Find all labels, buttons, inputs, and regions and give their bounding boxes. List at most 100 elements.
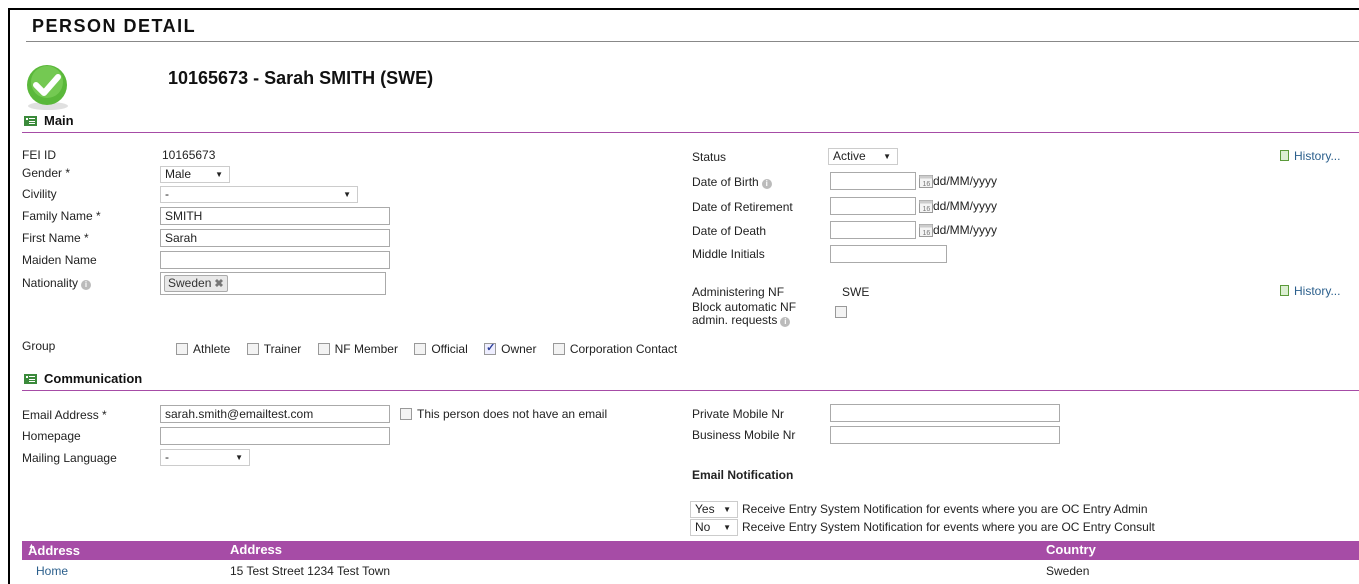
homepage-label: Homepage	[22, 429, 81, 443]
retirement-label: Date of Retirement	[692, 200, 793, 214]
history-icon	[1280, 150, 1289, 161]
svg-text:16: 16	[923, 206, 931, 213]
homepage-input[interactable]	[160, 427, 390, 445]
athlete-checkbox[interactable]	[176, 343, 188, 355]
section-communication-title: Communication	[44, 371, 143, 386]
group-trainer[interactable]: Trainer	[246, 342, 301, 356]
title-divider	[26, 41, 1359, 42]
death-input[interactable]	[830, 221, 916, 239]
chevron-down-icon: ▼	[215, 170, 223, 179]
admin-nf-value: SWE	[842, 285, 870, 299]
chevron-down-icon: ▼	[883, 152, 891, 161]
svg-text:16: 16	[923, 181, 931, 188]
block-nf-checkbox[interactable]	[835, 305, 847, 319]
chevron-down-icon: ▼	[343, 190, 351, 199]
status-select[interactable]: Active ▼	[828, 148, 898, 165]
business-mobile-label: Business Mobile Nr	[692, 428, 796, 442]
country-cell: Sweden	[1046, 564, 1090, 578]
check-status-icon	[23, 62, 73, 112]
dob-input[interactable]	[830, 172, 916, 190]
official-checkbox[interactable]	[414, 343, 427, 355]
business-mobile-input[interactable]	[830, 426, 1060, 444]
middle-initials-label: Middle Initials	[692, 247, 765, 261]
corporation-contact-checkbox[interactable]	[552, 343, 565, 355]
notification-consult-text: Receive Entry System Notification for ev…	[742, 520, 1155, 534]
group-checkboxes: Athlete Trainer NF Member Official Owner…	[176, 341, 690, 356]
section-communication-header[interactable]: Communication	[24, 371, 142, 386]
history-link-status[interactable]: History...	[1280, 149, 1340, 163]
block-nf-label: Block automatic NF admin. requests i	[692, 300, 797, 327]
table-row[interactable]: Home 15 Test Street 1234 Test Town Swede…	[22, 561, 1359, 581]
maiden-name-input[interactable]	[160, 251, 390, 269]
gender-select[interactable]: Male ▼	[160, 166, 230, 183]
death-label: Date of Death	[692, 224, 767, 238]
group-athlete[interactable]: Athlete	[176, 342, 230, 356]
notification-consult-select[interactable]: No ▼	[690, 519, 738, 536]
email-input[interactable]: sarah.smith@emailtest.com	[160, 405, 390, 423]
group-nf-member[interactable]: NF Member	[317, 342, 398, 356]
gender-label: Gender *	[22, 166, 71, 180]
address-name-link[interactable]: Home	[36, 564, 68, 578]
group-label: Group	[22, 339, 56, 353]
civility-select[interactable]: - ▼	[160, 186, 358, 203]
nf-member-checkbox[interactable]	[317, 343, 330, 355]
email-label: Email Address *	[22, 408, 107, 422]
history-link-admin-nf[interactable]: History...	[1280, 284, 1340, 298]
private-mobile-label: Private Mobile Nr	[692, 407, 785, 421]
calendar-icon[interactable]: 16	[919, 198, 933, 213]
retirement-input[interactable]	[830, 197, 916, 215]
info-icon: i	[761, 179, 772, 189]
civility-label: Civility	[22, 187, 57, 201]
fei-id-value: 10165673	[162, 148, 216, 162]
section-toggle-icon	[24, 116, 37, 126]
address-table-header: ▲ Address Name Address Country	[22, 541, 1359, 573]
group-official[interactable]: Official	[414, 342, 468, 356]
nationality-tag: Sweden ✖	[164, 275, 228, 292]
first-name-label: First Name *	[22, 231, 89, 245]
section-toggle-icon	[24, 374, 37, 384]
calendar-icon[interactable]: 16	[919, 222, 933, 237]
section-main-divider	[22, 132, 1359, 133]
email-notification-heading: Email Notification	[692, 468, 794, 482]
death-picker[interactable]: 16 dd/MM/yyyy	[919, 222, 997, 237]
info-icon: i	[780, 317, 791, 327]
remove-tag-icon[interactable]: ✖	[214, 278, 223, 290]
chevron-down-icon: ▼	[723, 523, 731, 532]
mailing-language-select[interactable]: - ▼	[160, 449, 250, 466]
family-name-label: Family Name *	[22, 209, 101, 223]
section-main-title: Main	[44, 113, 74, 128]
group-corporation-contact[interactable]: Corporation Contact	[552, 342, 677, 356]
column-country[interactable]: Country	[1046, 542, 1096, 557]
first-name-input[interactable]: Sarah	[160, 229, 390, 247]
private-mobile-input[interactable]	[830, 404, 1060, 422]
info-icon: i	[81, 280, 92, 290]
person-heading: 10165673 - Sarah SMITH (SWE)	[168, 68, 434, 88]
calendar-icon[interactable]: 16	[919, 173, 933, 188]
address-cell: 15 Test Street 1234 Test Town	[230, 564, 391, 578]
group-owner[interactable]: Owner	[484, 341, 536, 356]
retirement-picker[interactable]: 16 dd/MM/yyyy	[919, 198, 997, 213]
person-detail-window: PERSON DETAIL 10165673 - Sarah SMITH (SW…	[8, 8, 1359, 584]
fei-id-label: FEI ID	[22, 148, 57, 162]
page-title: PERSON DETAIL	[32, 16, 197, 36]
no-email-checkbox[interactable]	[400, 408, 412, 420]
status-label: Status	[692, 150, 727, 164]
middle-initials-input[interactable]	[830, 245, 947, 263]
nationality-label: Nationality i	[22, 276, 92, 290]
dob-picker[interactable]: 16 dd/MM/yyyy	[919, 173, 997, 188]
admin-nf-label: Administering NF	[692, 285, 785, 299]
section-communication-divider	[22, 390, 1359, 391]
chevron-down-icon: ▼	[235, 453, 243, 462]
notification-admin-select[interactable]: Yes ▼	[690, 501, 738, 518]
nationality-multiselect[interactable]: Sweden ✖	[160, 272, 386, 295]
dob-label: Date of Birth i	[692, 175, 772, 189]
section-main-header[interactable]: Main	[24, 113, 74, 128]
column-address[interactable]: Address	[230, 542, 282, 557]
family-name-input[interactable]: SMITH	[160, 207, 390, 225]
no-email-option[interactable]: This person does not have an email	[400, 407, 607, 421]
maiden-name-label: Maiden Name	[22, 253, 97, 267]
mailing-language-label: Mailing Language	[22, 451, 117, 465]
trainer-checkbox[interactable]	[246, 343, 259, 355]
owner-checkbox[interactable]	[484, 341, 497, 355]
svg-text:16: 16	[923, 230, 931, 237]
